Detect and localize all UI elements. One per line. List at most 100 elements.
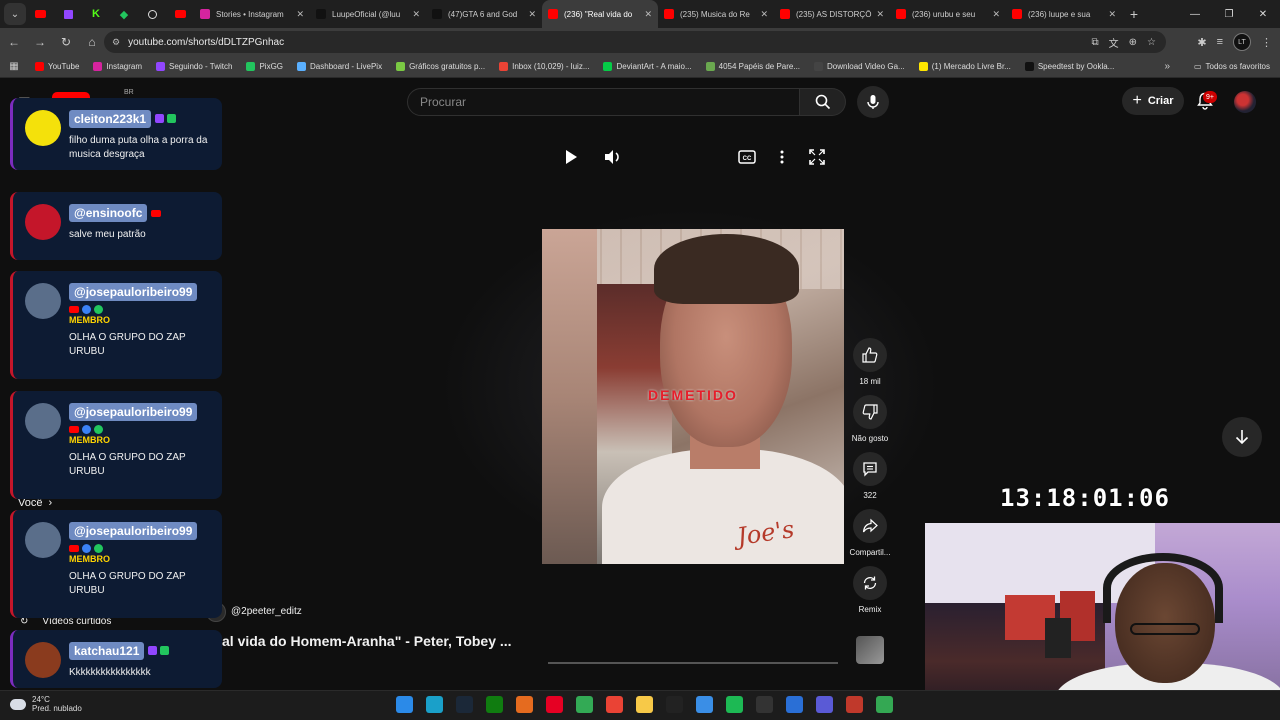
browser-tab[interactable]: (235) Musica do Re ✕	[658, 0, 774, 28]
bookmark-item[interactable]: Inbox (10,029) - luiz...	[492, 62, 596, 71]
pinned-tab-youtube[interactable]	[26, 3, 54, 25]
install-app-icon[interactable]: ⧉	[1092, 37, 1099, 48]
close-tab-icon[interactable]: ✕	[296, 9, 304, 20]
bookmark-item[interactable]: (1) Mercado Livre Br...	[912, 62, 1018, 71]
address-bar[interactable]: ⚙ youtube.com/shorts/dDLTZPGnhac ⧉ 文 ⊕ ☆	[104, 31, 1166, 53]
bookmark-label: Seguindo - Twitch	[169, 62, 233, 71]
affinity-icon[interactable]	[516, 696, 533, 713]
like-button[interactable]	[853, 338, 887, 372]
minimize-icon[interactable]: —	[1178, 0, 1212, 28]
new-tab-button[interactable]: +	[1122, 6, 1146, 22]
bookmark-item[interactable]: 4054 Papéis de Pare...	[699, 62, 807, 71]
app-blue-icon[interactable]	[786, 696, 803, 713]
chrome-2-icon[interactable]	[876, 696, 893, 713]
forward-icon[interactable]: →	[28, 30, 52, 54]
bookmark-item[interactable]: DeviantArt - A maio...	[596, 62, 698, 71]
browser-tab[interactable]: (236) luupe e sua ✕	[1006, 0, 1122, 28]
tab-search-button[interactable]: ⌄	[4, 3, 26, 25]
reload-icon[interactable]: ↻	[54, 30, 78, 54]
windows-start-icon[interactable]	[396, 696, 413, 713]
spotify-icon[interactable]	[726, 696, 743, 713]
chat-message: cleiton223k1 filho duma puta olha a porra…	[10, 98, 222, 170]
zoom-icon[interactable]: ⊕	[1129, 37, 1137, 48]
fullscreen-button[interactable]	[808, 148, 826, 166]
app-multi-icon[interactable]	[816, 696, 833, 713]
browser-tab[interactable]: (47)GTA 6 and God ✕	[426, 0, 542, 28]
pinned-tab-pixgg[interactable]: ◆	[110, 3, 138, 25]
all-bookmarks-button[interactable]: ▭ Todos os favoritos	[1194, 62, 1270, 71]
restore-icon[interactable]: ❐	[1212, 0, 1246, 28]
browser-tab[interactable]: LuupeOficial (@luu ✕	[310, 0, 426, 28]
extensions-icon[interactable]: ✱	[1197, 36, 1206, 49]
share-button[interactable]	[853, 509, 887, 543]
xbox-icon[interactable]	[486, 696, 503, 713]
short-video-frame[interactable]: Joe's DEMETIDO	[542, 229, 844, 564]
search-input[interactable]	[420, 95, 799, 109]
pinned-tab-twitch[interactable]	[54, 3, 82, 25]
close-tab-icon[interactable]: ✕	[760, 9, 768, 20]
capcut-icon[interactable]	[666, 696, 683, 713]
create-button[interactable]: + Criar	[1122, 87, 1184, 115]
browser-tab[interactable]: (236) "Real vida do ✕	[542, 0, 658, 28]
search-button[interactable]	[800, 88, 846, 116]
pinterest-icon[interactable]	[546, 696, 563, 713]
browser-tab[interactable]: Stories • Instagram ✕	[194, 0, 310, 28]
browser-menu-icon[interactable]: ⋮	[1261, 36, 1272, 49]
close-tab-icon[interactable]: ✕	[644, 9, 652, 20]
browser-tab[interactable]: (235) AS DISTORÇÕ ✕	[774, 0, 890, 28]
bookmark-star-icon[interactable]: ☆	[1147, 37, 1156, 48]
volume-button[interactable]	[603, 148, 623, 166]
close-tab-icon[interactable]: ✕	[528, 9, 536, 20]
bookmark-item[interactable]: Download Video Ga...	[807, 62, 912, 71]
back-icon[interactable]: ←	[2, 30, 26, 54]
close-tab-icon[interactable]: ✕	[1108, 9, 1116, 20]
account-avatar[interactable]	[1234, 91, 1256, 113]
file-explorer-icon[interactable]	[636, 696, 653, 713]
next-short-button[interactable]	[1222, 417, 1262, 457]
edge-icon[interactable]	[426, 696, 443, 713]
bookmark-item[interactable]: Speedtest by Ookla...	[1018, 62, 1122, 71]
obs-icon[interactable]	[756, 696, 773, 713]
site-info-icon[interactable]: ⚙	[112, 37, 120, 48]
bookmarks-overflow-icon[interactable]: »	[1164, 61, 1170, 72]
comments-button[interactable]	[853, 452, 887, 486]
close-tab-icon[interactable]: ✕	[412, 9, 420, 20]
channel-name[interactable]: @2peeter_editz	[231, 606, 302, 617]
pinned-tab-youtube-2[interactable]	[166, 3, 194, 25]
dislike-button[interactable]	[853, 395, 887, 429]
short-title[interactable]: al vida do Homem-Aranha" - Peter, Tobey …	[222, 633, 512, 649]
notepad-icon[interactable]	[696, 696, 713, 713]
weather-widget[interactable]: 24°C Pred. nublado	[10, 695, 82, 713]
b-app-icon[interactable]	[576, 696, 593, 713]
bookmark-item[interactable]: Seguindo - Twitch	[149, 62, 239, 71]
bookmark-item[interactable]: Gráficos gratuitos p...	[389, 62, 492, 71]
home-icon[interactable]: ⌂	[80, 30, 104, 54]
pinned-tab-kick[interactable]: K	[82, 3, 110, 25]
chat-username: @josepauloribeiro99	[69, 403, 198, 421]
bookmark-item[interactable]: YouTube	[28, 62, 86, 71]
close-tab-icon[interactable]: ✕	[876, 9, 884, 20]
remix-button[interactable]	[853, 566, 887, 600]
translate-icon[interactable]: 文	[1109, 35, 1119, 50]
bookmark-item[interactable]: Instagram	[86, 62, 149, 71]
chrome-icon[interactable]	[606, 696, 623, 713]
bookmark-label: 4054 Papéis de Pare...	[718, 62, 801, 71]
play-button[interactable]	[562, 148, 580, 166]
apps-grid-icon[interactable]: ▦	[0, 61, 28, 72]
browser-tab[interactable]: (236) urubu e seu ✕	[890, 0, 1006, 28]
more-options-button[interactable]	[775, 148, 789, 166]
pinned-tab-livepix[interactable]	[138, 3, 166, 25]
reading-list-icon[interactable]: ≡	[1217, 36, 1223, 48]
app-red-icon[interactable]	[846, 696, 863, 713]
voice-search-button[interactable]	[857, 86, 889, 118]
profile-avatar[interactable]: LT	[1233, 33, 1251, 51]
steam-icon[interactable]	[456, 696, 473, 713]
captions-button[interactable]: CC	[737, 148, 757, 166]
bookmark-item[interactable]: PixGG	[239, 62, 290, 71]
close-tab-icon[interactable]: ✕	[992, 9, 1000, 20]
bookmark-favicon-icon	[603, 62, 613, 71]
sound-thumbnail[interactable]	[856, 636, 884, 664]
close-window-icon[interactable]: ✕	[1246, 0, 1280, 28]
bookmark-item[interactable]: Dashboard - LivePix	[290, 62, 389, 71]
video-progress-bar[interactable]	[548, 662, 838, 664]
